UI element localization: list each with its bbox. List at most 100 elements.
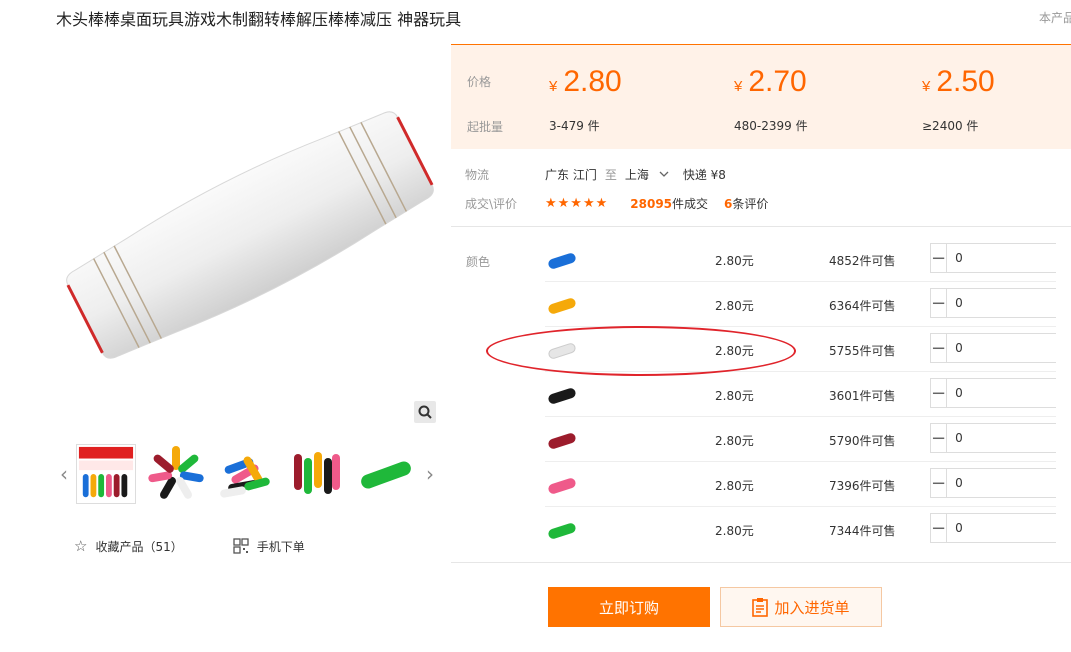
sku-price: 2.80元: [715, 299, 754, 313]
sku-row: 2.80元 3601件可售 −+: [545, 372, 1071, 417]
add-to-purchase-list-button[interactable]: 加入进货单: [720, 587, 882, 627]
sku-price: 2.80元: [715, 254, 754, 268]
sku-stock: 5790件可售: [829, 434, 896, 448]
mobile-order-label: 手机下单: [256, 539, 305, 554]
product-title: 木头棒棒桌面玩具游戏木制翻转棒解压棒棒减压 神器玩具: [56, 10, 462, 29]
quantity-input[interactable]: [947, 469, 1071, 497]
quantity-stepper: −+: [930, 243, 1071, 273]
price-value: 2.80: [563, 65, 622, 98]
thumbnail-4[interactable]: [286, 444, 346, 504]
favorite-link[interactable]: ☆ 收藏产品（51）: [74, 537, 183, 555]
annotation-circle: [486, 326, 796, 376]
chevron-right-icon[interactable]: ›: [422, 462, 438, 486]
star-outline-icon: ☆: [74, 537, 88, 555]
quantity-stepper: −+: [930, 288, 1071, 318]
price-tier-3: ¥2.50: [922, 65, 995, 99]
qr-code-icon: [233, 538, 249, 554]
sku-price: 2.80元: [715, 479, 754, 493]
sku-price: 2.80元: [715, 389, 754, 403]
minus-icon[interactable]: −: [931, 334, 948, 362]
price-tier-2: ¥2.70: [734, 65, 807, 99]
sku-row: 2.80元 5790件可售 −+: [545, 417, 1071, 462]
currency-symbol: ¥: [734, 78, 743, 95]
favorite-label: 收藏产品（51）: [95, 539, 183, 554]
color-swatch[interactable]: [547, 246, 577, 276]
minus-icon[interactable]: −: [931, 514, 948, 542]
sku-row: 2.80元 7396件可售 −+: [545, 462, 1071, 507]
logistics-label: 物流: [465, 168, 490, 182]
currency-symbol: ¥: [549, 78, 558, 95]
sku-stock: 3601件可售: [829, 389, 896, 403]
quantity-input[interactable]: [947, 514, 1071, 542]
quantity-stepper: −+: [930, 423, 1071, 453]
swatch-stick: [547, 521, 577, 541]
corner-tag: 本产品: [1039, 11, 1071, 25]
sku-row: 2.80元 7344件可售 −+: [545, 507, 1071, 552]
color-swatch[interactable]: [547, 381, 577, 411]
quantity-input[interactable]: [947, 289, 1071, 317]
sku-row: 2.80元 4852件可售 −+: [545, 237, 1071, 282]
sku-stock: 7396件可售: [829, 479, 896, 493]
quantity-input[interactable]: [947, 334, 1071, 362]
color-label: 颜色: [466, 255, 491, 269]
destination-select[interactable]: 上海: [625, 166, 669, 183]
sku-stock: 6364件可售: [829, 299, 896, 313]
deal-count-suffix: 件成交: [672, 197, 709, 211]
color-swatch[interactable]: [547, 516, 577, 546]
swatch-stick: [547, 251, 577, 271]
price-value: 2.70: [748, 65, 807, 98]
sku-stock: 5755件可售: [829, 344, 896, 358]
thumbnail-strip: ‹ ›: [56, 444, 444, 506]
minus-icon[interactable]: −: [931, 424, 948, 452]
qty-range-1: 3-479 件: [549, 119, 600, 133]
swatch-stick: [547, 386, 577, 406]
currency-symbol: ¥: [922, 78, 931, 95]
thumbnail-1[interactable]: [76, 444, 136, 504]
price-box: 价格 起批量 ¥2.80 ¥2.70 ¥2.50 3-479 件 480-239…: [451, 44, 1071, 149]
divider: [451, 226, 1071, 227]
quantity-stepper: −+: [930, 333, 1071, 363]
zoom-icon[interactable]: [414, 401, 436, 423]
minus-icon[interactable]: −: [931, 379, 948, 407]
deal-count-value: 28095: [630, 197, 673, 211]
thumbnail-2[interactable]: [146, 444, 206, 504]
deal-count[interactable]: 28095件成交: [630, 195, 708, 212]
chevron-left-icon[interactable]: ‹: [56, 462, 72, 486]
order-now-button[interactable]: 立即订购: [548, 587, 710, 627]
quantity-input[interactable]: [947, 424, 1071, 452]
quantity-input[interactable]: [947, 244, 1071, 272]
logistics-row: 物流 广东 江门 至 上海 快递 ¥8: [465, 166, 726, 183]
divider: [451, 562, 1071, 563]
price-tier-1: ¥2.80: [549, 65, 622, 99]
shipping-fee: 快递 ¥8: [682, 168, 726, 182]
mobile-order-link[interactable]: 手机下单: [233, 537, 305, 555]
color-swatch[interactable]: [547, 426, 577, 456]
deals-row: 成交\评价 ★★★★★ 28095件成交 6条评价: [465, 195, 768, 212]
origin-location: 广东 江门: [545, 168, 597, 182]
swatch-stick: [547, 296, 577, 316]
qty-range-2: 480-2399 件: [734, 119, 808, 133]
color-swatch[interactable]: [547, 291, 577, 321]
clipboard-icon: [752, 598, 769, 617]
swatch-stick: [547, 476, 577, 496]
sku-row: 2.80元 6364件可售 −+: [545, 282, 1071, 327]
minus-icon[interactable]: −: [931, 469, 948, 497]
thumbnail-3[interactable]: [216, 444, 276, 504]
price-value: 2.50: [936, 65, 995, 98]
minus-icon[interactable]: −: [931, 289, 948, 317]
review-count-suffix: 条评价: [732, 197, 769, 211]
thumbnail-5[interactable]: [356, 444, 416, 504]
minus-icon[interactable]: −: [931, 244, 948, 272]
quantity-stepper: −+: [930, 378, 1071, 408]
quantity-input[interactable]: [947, 379, 1071, 407]
main-product-image[interactable]: [60, 60, 440, 400]
qty-range-3: ≥2400 件: [922, 119, 979, 133]
rating-stars-icon: ★★★★★: [545, 196, 609, 211]
moq-label: 起批量: [467, 120, 504, 134]
swatch-stick: [547, 431, 577, 451]
review-count[interactable]: 6条评价: [724, 195, 768, 212]
color-swatch[interactable]: [547, 471, 577, 501]
sku-price: 2.80元: [715, 524, 754, 538]
quantity-stepper: −+: [930, 468, 1071, 498]
quantity-stepper: −+: [930, 513, 1071, 543]
